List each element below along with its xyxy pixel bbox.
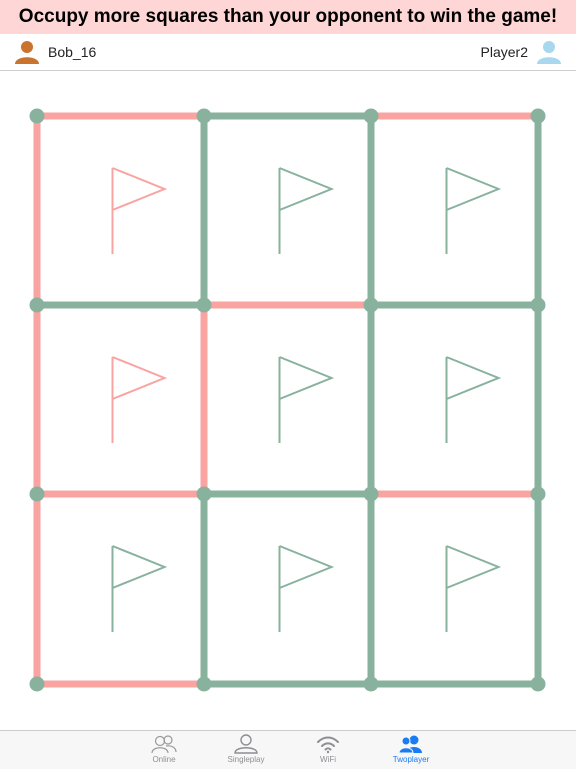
online-people-icon [151, 735, 177, 754]
avatar-icon [536, 39, 562, 65]
flag-banner [112, 356, 168, 400]
board-dot [29, 486, 45, 502]
flag-icon [278, 167, 335, 254]
flag-banner [279, 356, 335, 400]
flag-icon [111, 167, 168, 254]
board-dot [530, 676, 546, 692]
flag-banner [446, 545, 502, 589]
player-two-name: Player2 [480, 44, 528, 60]
board-dot [196, 297, 212, 313]
tab-online[interactable]: Online [134, 731, 194, 769]
tab-wifi[interactable]: WiFi [298, 731, 358, 769]
flag-banner [446, 356, 502, 400]
flag-banner [112, 167, 168, 211]
flag-banner [112, 545, 168, 589]
player-one-name: Bob_16 [48, 44, 97, 60]
board-dot [363, 297, 379, 313]
board-dot [363, 108, 379, 124]
flag-banner [446, 167, 502, 211]
board-dot [29, 297, 45, 313]
avatar-icon [14, 39, 40, 65]
board-dot [530, 108, 546, 124]
board-dot [530, 486, 546, 502]
board-dot [363, 486, 379, 502]
flag-icon [278, 545, 335, 632]
board-dot [196, 486, 212, 502]
tab-bar: Online Singleplay WiFi Twoplayer [0, 730, 576, 769]
flag-icon [445, 356, 502, 443]
tab-singleplay[interactable]: Singleplay [216, 731, 276, 769]
instruction-banner: Occupy more squares than your opponent t… [0, 0, 576, 34]
tab-twoplayer[interactable]: Twoplayer [381, 731, 441, 769]
board-dot [363, 676, 379, 692]
flag-banner [279, 167, 335, 211]
two-players-icon [398, 735, 422, 754]
player-right: Player2 [481, 39, 562, 65]
wifi-icon [317, 736, 339, 754]
tab-label: Twoplayer [392, 755, 430, 764]
tab-label: Singleplay [227, 755, 265, 764]
flag-icon [445, 545, 502, 632]
board-dot [29, 676, 45, 692]
flag-icon [111, 545, 168, 632]
tab-label: WiFi [320, 755, 336, 764]
flag-icon [445, 167, 502, 254]
game-board [29, 108, 546, 692]
board-dot [530, 297, 546, 313]
board-dot [196, 108, 212, 124]
flag-icon [111, 356, 168, 443]
tab-label: Online [152, 755, 176, 764]
player-left: Bob_16 [14, 39, 96, 65]
flag-icon [278, 356, 335, 443]
single-person-icon [234, 734, 258, 754]
flag-banner [279, 545, 335, 589]
instruction-text: Occupy more squares than your opponent t… [18, 6, 558, 27]
player-bar: Bob_16 Player2 [0, 34, 576, 71]
board-dot [196, 676, 212, 692]
board-dot [29, 108, 45, 124]
